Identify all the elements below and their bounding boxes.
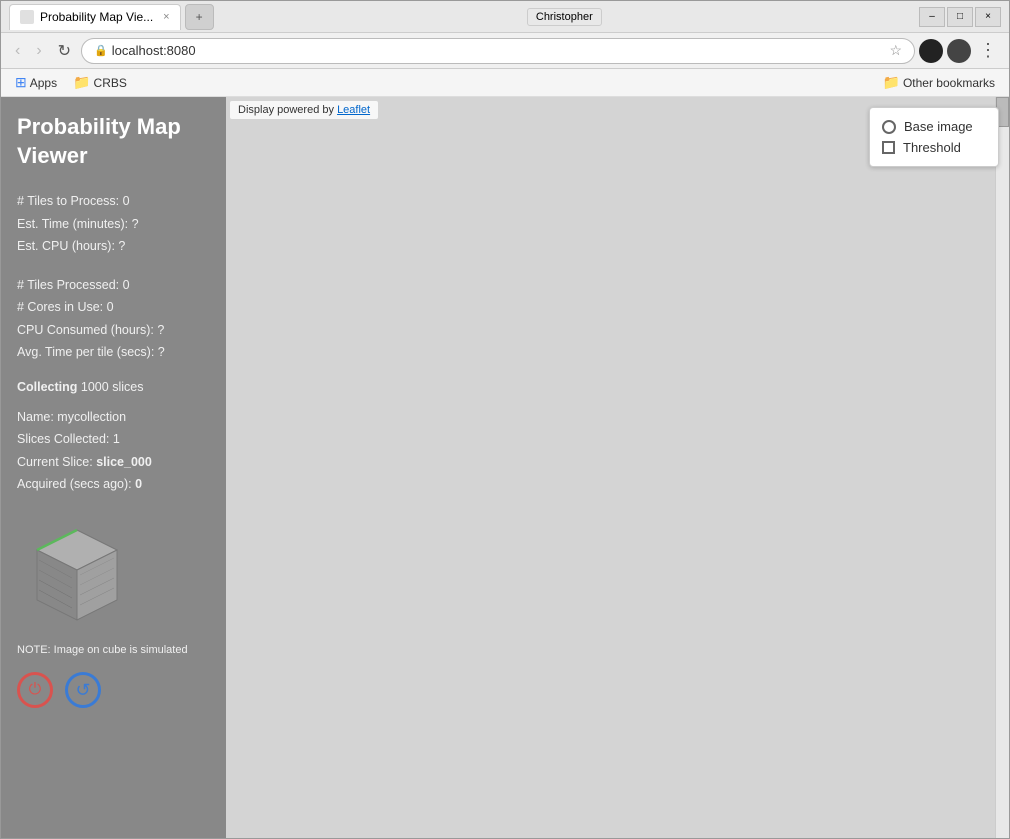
sidebar: Probability Map Viewer # Tiles to Proces… [1, 97, 226, 838]
leaflet-link[interactable]: Leaflet [337, 104, 370, 116]
crbs-folder-icon: 📁 [73, 74, 90, 91]
collecting-line: Collecting 1000 slices [17, 380, 210, 394]
map-scrollbar[interactable] [995, 97, 1009, 838]
cube-container: NOTE: Image on cube is simulated [17, 520, 210, 656]
base-image-layer[interactable]: Base image [882, 116, 986, 137]
address-bar[interactable]: 🔒 localhost:8080 ☆ [81, 38, 915, 64]
base-image-label: Base image [904, 119, 973, 134]
slice-info: Name: mycollection Slices Collected: 1 C… [17, 406, 210, 496]
layer-control: Base image Threshold [869, 107, 999, 167]
cube-visualization [17, 520, 137, 640]
extension-icon-2[interactable] [947, 39, 971, 63]
bookmark-apps[interactable]: ⊞ Apps [9, 72, 63, 93]
control-buttons: ⏻ ↺ [17, 672, 210, 708]
active-tab[interactable]: Probability Map Vie... × [9, 4, 181, 30]
bookmark-star-icon[interactable]: ☆ [889, 42, 902, 59]
bookmark-crbs[interactable]: 📁 CRBS [67, 72, 133, 93]
power-button[interactable]: ⏻ [17, 672, 53, 708]
minimize-button[interactable]: – [919, 7, 945, 27]
refresh-button[interactable]: ↺ [65, 672, 101, 708]
tiles-processed: # Tiles Processed: 0 [17, 274, 210, 297]
maximize-button[interactable]: □ [947, 7, 973, 27]
stats-section: # Tiles to Process: 0 Est. Time (minutes… [17, 190, 210, 258]
power-icon: ⏻ [29, 682, 42, 698]
cpu-consumed: CPU Consumed (hours): ? [17, 319, 210, 342]
close-button[interactable]: × [975, 7, 1001, 27]
url-text: localhost:8080 [112, 43, 196, 58]
cube-note: NOTE: Image on cube is simulated [17, 644, 188, 656]
tiles-to-process: # Tiles to Process: 0 [17, 190, 210, 213]
bookmarks-bar: ⊞ Apps 📁 CRBS 📁 Other bookmarks [1, 69, 1009, 97]
apps-label: Apps [30, 76, 57, 90]
extension-icons [919, 39, 971, 63]
back-button[interactable]: ‹ [9, 40, 26, 62]
new-tab-button[interactable]: + [185, 4, 214, 30]
threshold-checkbox[interactable] [882, 141, 895, 154]
avg-time: Avg. Time per tile (secs): ? [17, 341, 210, 364]
base-image-radio[interactable] [882, 120, 896, 134]
apps-grid-icon: ⊞ [15, 74, 27, 91]
refresh-icon: ↺ [75, 681, 90, 699]
est-cpu: Est. CPU (hours): ? [17, 235, 210, 258]
title-bar: Probability Map Vie... × + Christopher –… [1, 1, 1009, 33]
threshold-label: Threshold [903, 140, 961, 155]
processing-stats-section: # Tiles Processed: 0 # Cores in Use: 0 C… [17, 274, 210, 364]
reload-button[interactable]: ↻ [52, 39, 77, 63]
forward-button[interactable]: › [30, 40, 47, 62]
content-area: Probability Map Viewer # Tiles to Proces… [1, 97, 1009, 838]
browser-menu-button[interactable]: ⋮ [975, 38, 1001, 63]
tab-close-button[interactable]: × [163, 11, 169, 23]
est-time: Est. Time (minutes): ? [17, 213, 210, 236]
other-folder-icon: 📁 [883, 74, 900, 91]
lock-icon: 🔒 [94, 44, 108, 57]
page-title: Probability Map Viewer [17, 113, 210, 170]
other-bookmarks-label: Other bookmarks [903, 76, 995, 90]
attribution-text: Display powered by [238, 104, 334, 116]
cores-in-use: # Cores in Use: 0 [17, 296, 210, 319]
map-area[interactable]: Display powered by Leaflet Base image Th… [226, 97, 1009, 838]
threshold-layer[interactable]: Threshold [882, 137, 986, 158]
nav-bar: ‹ › ↻ 🔒 localhost:8080 ☆ ⋮ [1, 33, 1009, 69]
leaflet-attribution: Display powered by Leaflet [230, 101, 378, 119]
window-controls: – □ × [919, 7, 1001, 27]
tab-title: Probability Map Vie... [40, 10, 153, 24]
browser-window: Probability Map Vie... × + Christopher –… [0, 0, 1010, 839]
tab-favicon [20, 10, 34, 24]
extension-icon-1[interactable] [919, 39, 943, 63]
crbs-label: CRBS [94, 76, 127, 90]
user-label: Christopher [527, 8, 602, 26]
bookmark-other[interactable]: 📁 Other bookmarks [877, 72, 1001, 93]
